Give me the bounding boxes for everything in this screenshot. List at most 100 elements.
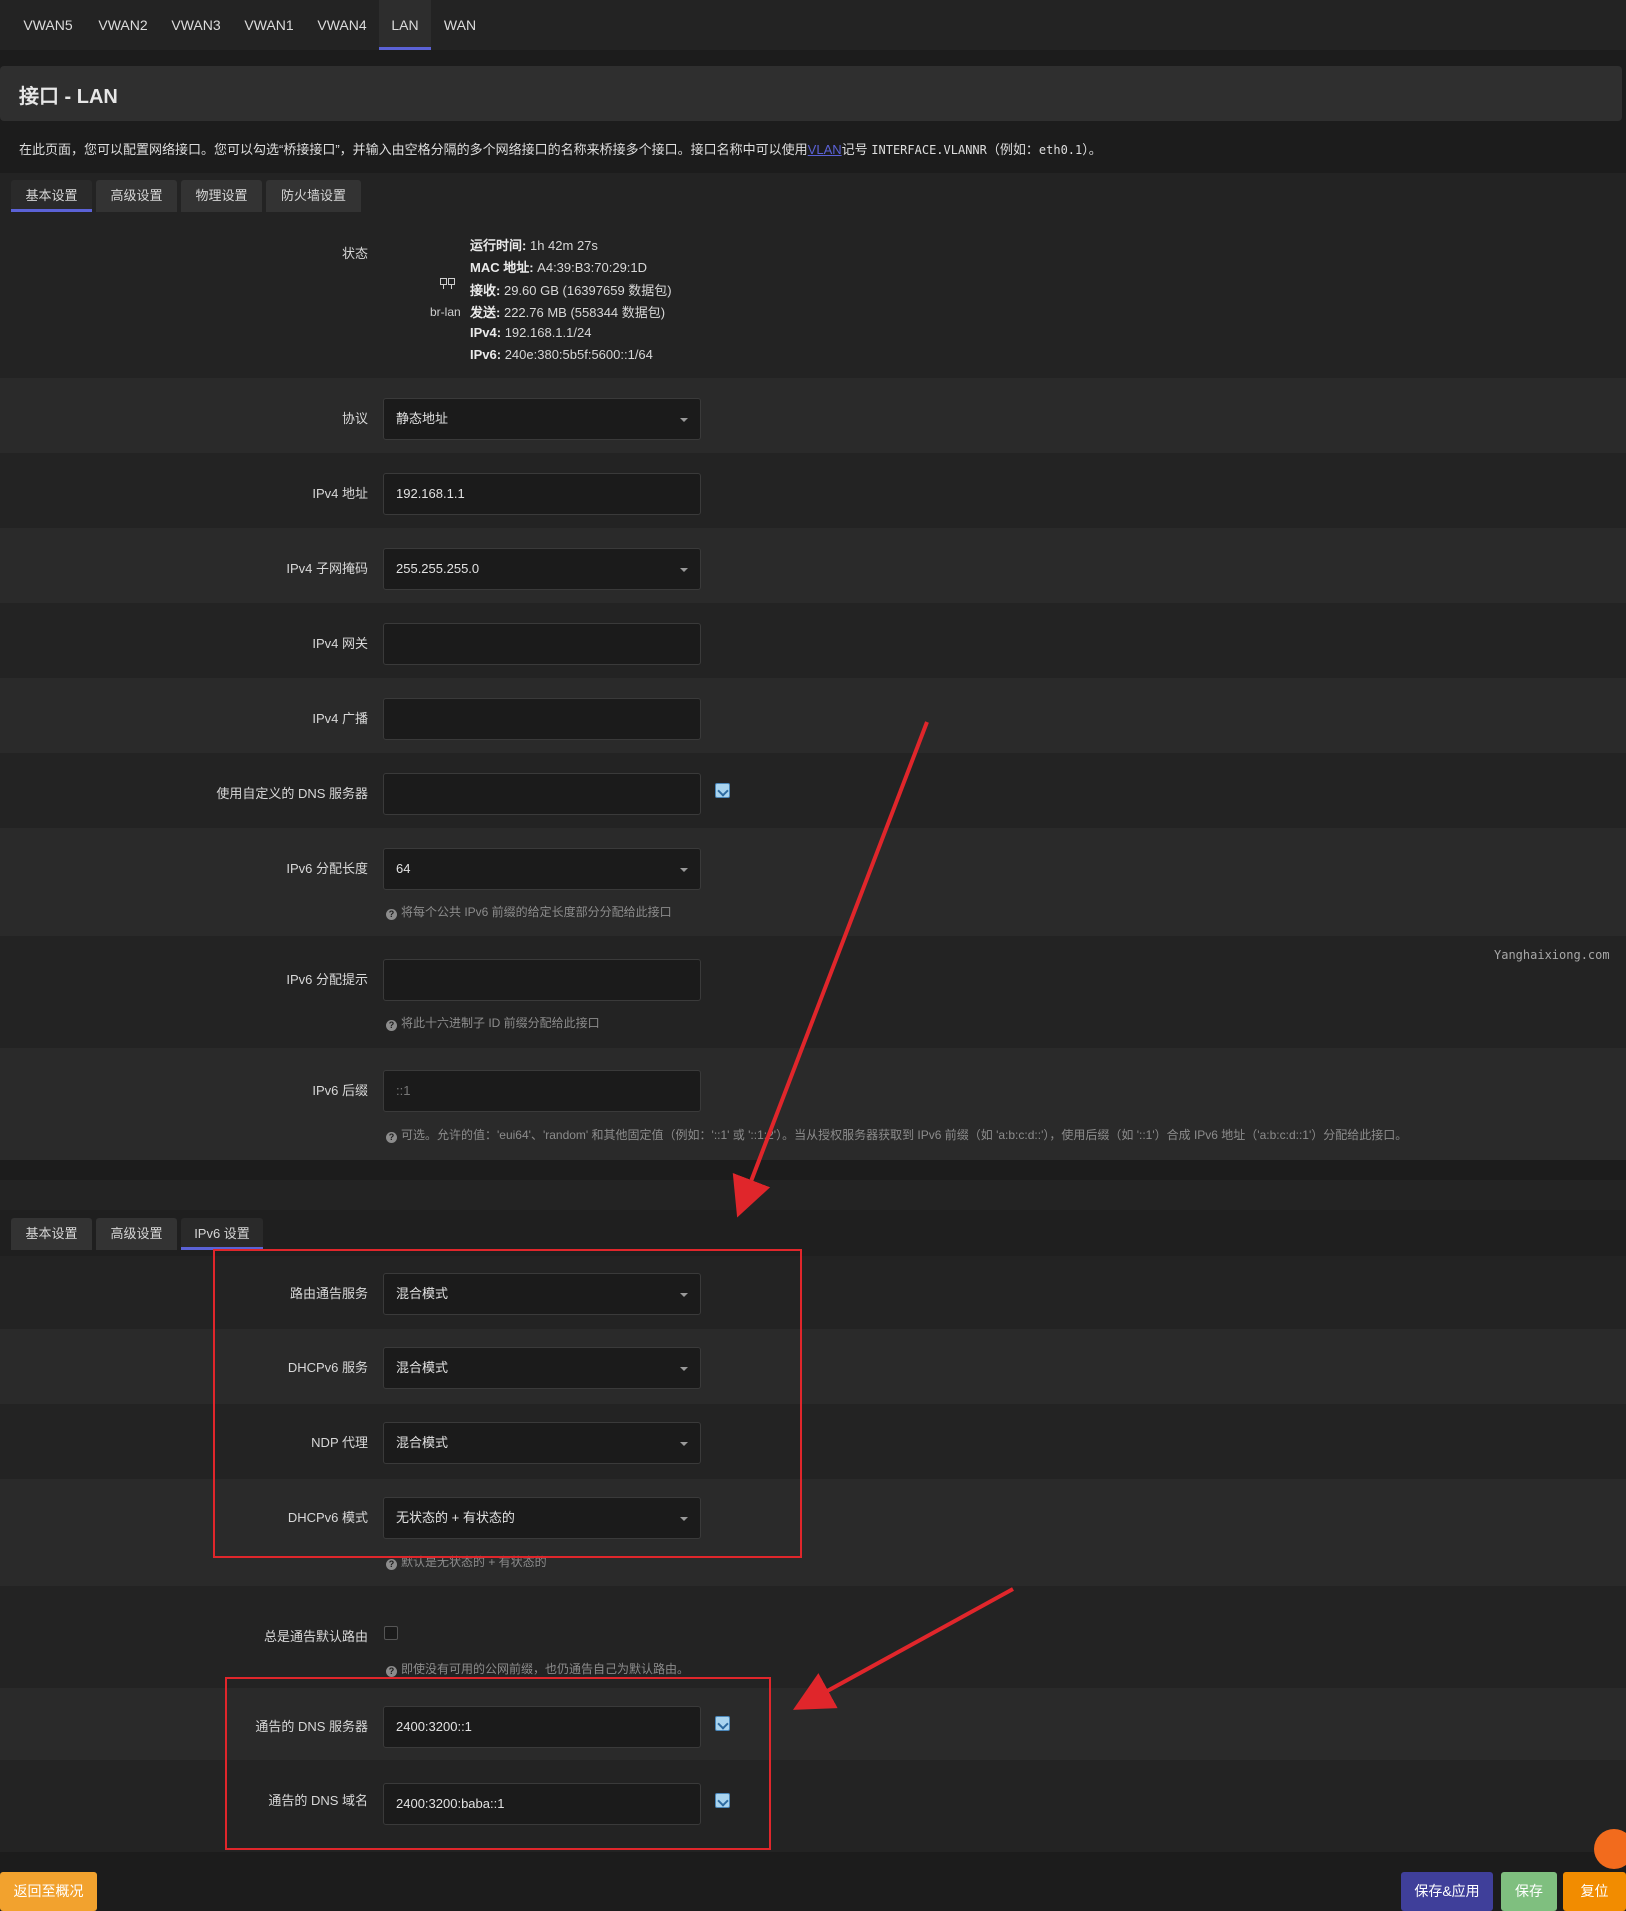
status-uptime: 运行时间: 1h 42m 27s — [470, 235, 598, 254]
help-icon: ? — [386, 1559, 397, 1570]
tab-basic-settings[interactable]: 基本设置 — [11, 180, 92, 212]
tab-lan[interactable]: LAN — [379, 0, 431, 50]
help-icon: ? — [386, 909, 397, 920]
protocol-value: 静态地址 — [396, 411, 449, 426]
hint-text: 将此十六进制子 ID 前缀分配给此接口 — [401, 1016, 600, 1030]
ipv6-assign-length-row: IPv6 分配长度 64 ? 将每个公共 IPv6 前缀的给定长度部分分配给此接口 — [0, 828, 1626, 936]
ipv6-assign-length-value: 64 — [396, 861, 411, 876]
status-value: 240e:380:5b5f:5600::1/64 — [504, 347, 653, 362]
interface-tab-bar: VWAN5 VWAN2 VWAN3 VWAN1 VWAN4 LAN WAN — [0, 0, 1626, 50]
status-key: MAC 地址: — [470, 260, 534, 275]
help-icon: ? — [386, 1020, 397, 1031]
ipv4-gateway-input[interactable] — [383, 623, 701, 665]
floating-badge-icon[interactable] — [1594, 1829, 1626, 1869]
ipv6-suffix-row: IPv6 后缀 ::1 ? 可选。允许的值：'eui64'、'random' 和其… — [0, 1048, 1626, 1160]
ipv6-suffix-label: IPv6 后缀 — [312, 1083, 368, 1098]
custom-dns-label: 使用自定义的 DNS 服务器 — [216, 786, 368, 801]
section-gap — [0, 1160, 1626, 1180]
ipv6-suffix-hint: ? 可选。允许的值：'eui64'、'random' 和其他固定值（例如：'::1… — [386, 1126, 1407, 1143]
network-device-icon — [440, 278, 456, 290]
description-text-4: ）。 — [1082, 142, 1102, 157]
tab-vwan1[interactable]: VWAN1 — [234, 0, 304, 50]
default-route-row: 总是通告默认路由 ? 即使没有可用的公网前缀，也仍通告自己为默认路由。 — [0, 1586, 1626, 1688]
tab-advanced-settings[interactable]: 高级设置 — [96, 180, 177, 212]
tab-ipv6-settings[interactable]: IPv6 设置 — [181, 1218, 263, 1250]
ipv4-gateway-row: IPv4 网关 — [0, 603, 1626, 678]
status-key: IPv4: — [470, 325, 502, 340]
status-rx: 接收: 29.60 GB (16397659 数据包) — [470, 280, 672, 299]
ipv4-broadcast-row: IPv4 广播 — [0, 678, 1626, 753]
ipv4-gateway-label: IPv4 网关 — [312, 636, 368, 651]
status-key: 接收: — [470, 283, 501, 298]
save-apply-button[interactable]: 保存&应用 — [1401, 1872, 1493, 1911]
section-divider — [0, 1180, 1626, 1210]
ipv4-broadcast-input[interactable] — [383, 698, 701, 740]
description-code-2: eth0.1 — [1038, 143, 1083, 157]
help-icon: ? — [386, 1666, 397, 1677]
description-text-1: 在此页面，您可以配置网络接口。您可以勾选“桥接接口”，并输入由空格分隔的多个网络… — [19, 142, 808, 157]
custom-dns-input[interactable] — [383, 773, 701, 815]
ipv4-netmask-select[interactable]: 255.255.255.0 — [383, 548, 701, 590]
status-ipv4: IPv4: 192.168.1.1/24 — [470, 325, 591, 340]
custom-dns-row: 使用自定义的 DNS 服务器 — [0, 753, 1626, 828]
status-mac: MAC 地址: A4:39:B3:70:29:1D — [470, 257, 647, 276]
status-value: 192.168.1.1/24 — [504, 325, 592, 340]
tab-physical-settings[interactable]: 物理设置 — [181, 180, 262, 212]
save-button[interactable]: 保存 — [1501, 1872, 1557, 1911]
ipv4-netmask-row: IPv4 子网掩码 255.255.255.0 — [0, 528, 1626, 603]
hint-text: 将每个公共 IPv6 前缀的给定长度部分分配给此接口 — [401, 905, 672, 919]
help-icon: ? — [386, 1132, 397, 1143]
page-description: 在此页面，您可以配置网络接口。您可以勾选“桥接接口”，并输入由空格分隔的多个网络… — [19, 139, 1102, 158]
tab-vwan2[interactable]: VWAN2 — [86, 0, 160, 50]
protocol-row: 协议 静态地址 — [0, 378, 1626, 453]
chevron-down-icon — [680, 418, 688, 422]
status-row: 状态 br-lan 运行时间: 1h 42m 27s MAC 地址: A4:39… — [0, 215, 1626, 378]
watermark: Yanghaixiong.com — [1494, 948, 1610, 962]
ipv6-assign-hint-row: IPv6 分配提示 ? 将此十六进制子 ID 前缀分配给此接口 Yanghaixi… — [0, 936, 1626, 1048]
tab-firewall-settings[interactable]: 防火墙设置 — [266, 180, 361, 212]
ipv4-netmask-value: 255.255.255.0 — [396, 561, 480, 576]
protocol-select[interactable]: 静态地址 — [383, 398, 701, 440]
tab-vwan5[interactable]: VWAN5 — [14, 0, 82, 50]
ipv4-address-row: IPv4 地址 192.168.1.1 — [0, 453, 1626, 528]
ipv4-broadcast-label: IPv4 广播 — [312, 711, 368, 726]
ipv6-assign-hint-hint: ? 将此十六进制子 ID 前缀分配给此接口 — [386, 1014, 600, 1031]
ipv6-assign-hint-input[interactable] — [383, 959, 701, 1001]
status-label: 状态 — [341, 246, 368, 261]
description-code-1: INTERFACE.VLANNR — [871, 143, 987, 157]
tab-wan[interactable]: WAN — [434, 0, 486, 50]
ipv6-suffix-input[interactable]: ::1 — [383, 1070, 701, 1112]
add-entry-icon[interactable] — [715, 783, 730, 798]
tab-vwan4[interactable]: VWAN4 — [306, 0, 378, 50]
default-route-label: 总是通告默认路由 — [263, 1629, 368, 1644]
description-text-3: （例如： — [986, 142, 1039, 157]
description-text-2: 记号 — [841, 142, 868, 157]
default-route-checkbox[interactable] — [384, 1626, 398, 1640]
ipv4-address-input[interactable]: 192.168.1.1 — [383, 473, 701, 515]
ipv6-assign-length-select[interactable]: 64 — [383, 848, 701, 890]
device-name: br-lan — [430, 305, 461, 319]
status-value: A4:39:B3:70:29:1D — [537, 260, 648, 275]
status-key: 发送: — [470, 305, 501, 320]
status-ipv6: IPv6: 240e:380:5b5f:5600::1/64 — [470, 347, 653, 362]
status-value: 222.76 MB (558344 数据包) — [503, 305, 666, 320]
reset-button[interactable]: 复位 — [1563, 1872, 1626, 1911]
action-bar — [0, 1852, 1626, 1911]
title-bar — [0, 66, 1622, 121]
ipv6-assign-length-hint: ? 将每个公共 IPv6 前缀的给定长度部分分配给此接口 — [386, 903, 672, 920]
back-to-overview-button[interactable]: 返回至概况 — [0, 1872, 97, 1911]
tab-vwan3[interactable]: VWAN3 — [160, 0, 232, 50]
status-tx: 发送: 222.76 MB (558344 数据包) — [470, 302, 665, 321]
chevron-down-icon — [680, 868, 688, 872]
status-key: IPv6: — [470, 347, 502, 362]
annotation-box-ipv6-modes — [213, 1249, 802, 1558]
tab-dhcp-basic-settings[interactable]: 基本设置 — [11, 1218, 92, 1250]
status-value: 1h 42m 27s — [529, 238, 598, 253]
hint-text: 即使没有可用的公网前缀，也仍通告自己为默认路由。 — [401, 1662, 690, 1676]
tab-dhcp-advanced-settings[interactable]: 高级设置 — [96, 1218, 177, 1250]
status-key: 运行时间: — [470, 238, 527, 253]
ipv4-netmask-label: IPv4 子网掩码 — [286, 561, 368, 576]
hint-text: 可选。允许的值：'eui64'、'random' 和其他固定值（例如：'::1'… — [401, 1128, 1408, 1142]
vlan-link[interactable]: VLAN — [808, 142, 842, 157]
chevron-down-icon — [680, 568, 688, 572]
